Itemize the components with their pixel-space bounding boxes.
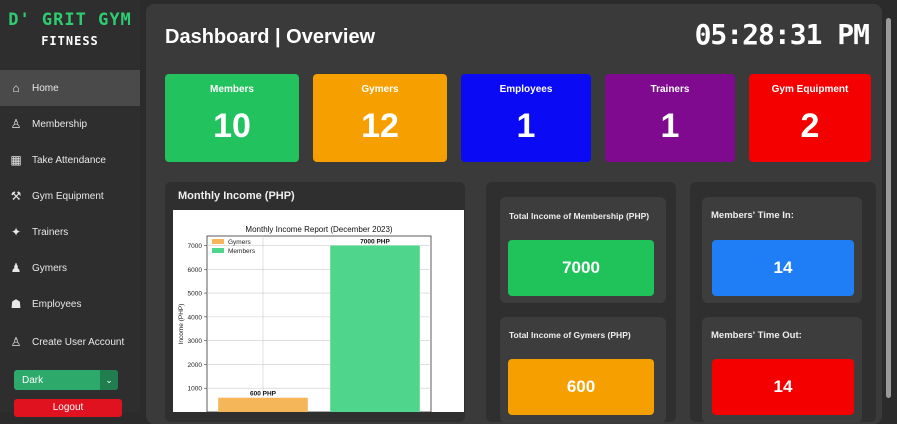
- stat-card-members: Members 10: [165, 74, 299, 162]
- clock: 05:28:31 PM: [694, 18, 870, 51]
- trainer-icon: ✦: [10, 225, 22, 239]
- sidebar-item-gym-equipment[interactable]: ⚒ Gym Equipment: [0, 178, 140, 214]
- y-tick-label: 7000: [188, 243, 203, 250]
- sidebar-item-home[interactable]: ⌂ Home: [0, 70, 140, 106]
- bar-members: [330, 245, 420, 412]
- scrollbar[interactable]: [886, 18, 891, 398]
- theme-select[interactable]: Dark ⌄: [14, 370, 118, 390]
- sidebar-item-label: Gymers: [32, 262, 67, 274]
- stat-card-label: Employees: [499, 84, 553, 95]
- bar-gymers: [218, 397, 308, 412]
- user-add-icon: ♙: [10, 335, 22, 349]
- logout-button[interactable]: Logout: [14, 399, 122, 417]
- attendance-icon: ▦: [10, 153, 22, 167]
- income-chart-svg: Monthly Income Report (December 2023) 100…: [178, 225, 432, 413]
- theme-select-value: Dark: [22, 374, 44, 386]
- sidebar-item-label: Membership: [32, 118, 88, 130]
- brand-subtitle: FITNESS: [41, 34, 99, 48]
- sidebar-item-gymers[interactable]: ♟ Gymers: [0, 250, 140, 286]
- legend-entry: Members: [228, 248, 256, 255]
- time-in-value: 14: [712, 240, 854, 296]
- gymers-income-label: Total Income of Gymers (PHP): [509, 330, 631, 340]
- stat-card-label: Members: [210, 84, 254, 95]
- legend-entry: Gymers: [228, 239, 252, 246]
- stat-card-label: Gym Equipment: [771, 84, 849, 95]
- user-icon: ♙: [10, 117, 22, 131]
- legend-swatch: [212, 239, 224, 244]
- sidebar-item-take-attendance[interactable]: ▦ Take Attendance: [0, 142, 140, 178]
- stat-card-gym-equipment: Gym Equipment 2: [749, 74, 871, 162]
- membership-income-label: Total Income of Membership (PHP): [509, 211, 650, 221]
- chart-title: Monthly Income Report (December 2023): [245, 225, 393, 234]
- time-out-label: Members' Time Out:: [711, 330, 802, 341]
- employee-icon: ☗: [10, 297, 22, 311]
- stat-card-label: Gymers: [361, 84, 399, 95]
- time-in-label: Members' Time In:: [711, 210, 794, 221]
- brand-logo: D' GRIT GYM FITNESS: [0, 0, 140, 68]
- monthly-income-title: Monthly Income (PHP): [178, 190, 295, 202]
- legend-swatch: [212, 248, 224, 253]
- bar-data-label: 7000 PHP: [360, 239, 390, 246]
- bar-data-label: 600 PHP: [250, 391, 277, 398]
- sidebar-item-trainers[interactable]: ✦ Trainers: [0, 214, 140, 250]
- y-tick-label: 3000: [188, 338, 203, 345]
- group-icon: ♟: [10, 261, 22, 275]
- stat-card-value: 10: [213, 107, 251, 145]
- sidebar-item-label: Create User Account: [32, 336, 125, 348]
- gymers-income-value: 600: [508, 359, 654, 415]
- stat-card-label: Trainers: [650, 84, 690, 95]
- sidebar-item-label: Employees: [32, 298, 82, 310]
- stat-card-gymers: Gymers 12: [313, 74, 447, 162]
- membership-income-value: 7000: [508, 240, 654, 296]
- sidebar-item-employees[interactable]: ☗ Employees: [0, 286, 140, 322]
- stat-card-value: 12: [361, 107, 399, 145]
- y-tick-label: 2000: [188, 362, 203, 369]
- y-tick-label: 1000: [188, 386, 203, 393]
- stat-card-trainers: Trainers 1: [605, 74, 735, 162]
- home-icon: ⌂: [12, 81, 20, 95]
- sidebar-item-membership[interactable]: ♙ Membership: [0, 106, 140, 142]
- sidebar-item-label: Take Attendance: [32, 154, 106, 166]
- stat-card-value: 1: [660, 107, 680, 145]
- sidebar-item-label: Home: [32, 82, 59, 94]
- sidebar: D' GRIT GYM FITNESS ⌂ Home ♙ Membership ▦ T…: [0, 0, 140, 417]
- dumbbell-icon: ⚒: [10, 189, 22, 203]
- chevron-down-icon[interactable]: ⌄: [100, 370, 118, 390]
- y-tick-label: 5000: [188, 291, 203, 298]
- y-axis-label: Income (PHP): [178, 304, 185, 345]
- y-tick-label: 6000: [188, 267, 203, 274]
- time-out-value: 14: [712, 359, 854, 415]
- stat-card-value: 1: [516, 107, 536, 145]
- stat-card-employees: Employees 1: [461, 74, 591, 162]
- sidebar-item-create-user-account[interactable]: ♙ Create User Account: [0, 324, 140, 360]
- y-tick-label: 4000: [188, 314, 203, 321]
- brand-name: D' GRIT GYM: [8, 10, 132, 30]
- sidebar-item-label: Trainers: [32, 226, 69, 238]
- income-chart: Monthly Income Report (December 2023) 100…: [173, 210, 464, 413]
- stat-card-value: 2: [800, 107, 820, 145]
- page-title: Dashboard | Overview: [165, 26, 376, 48]
- sidebar-item-label: Gym Equipment: [32, 190, 104, 202]
